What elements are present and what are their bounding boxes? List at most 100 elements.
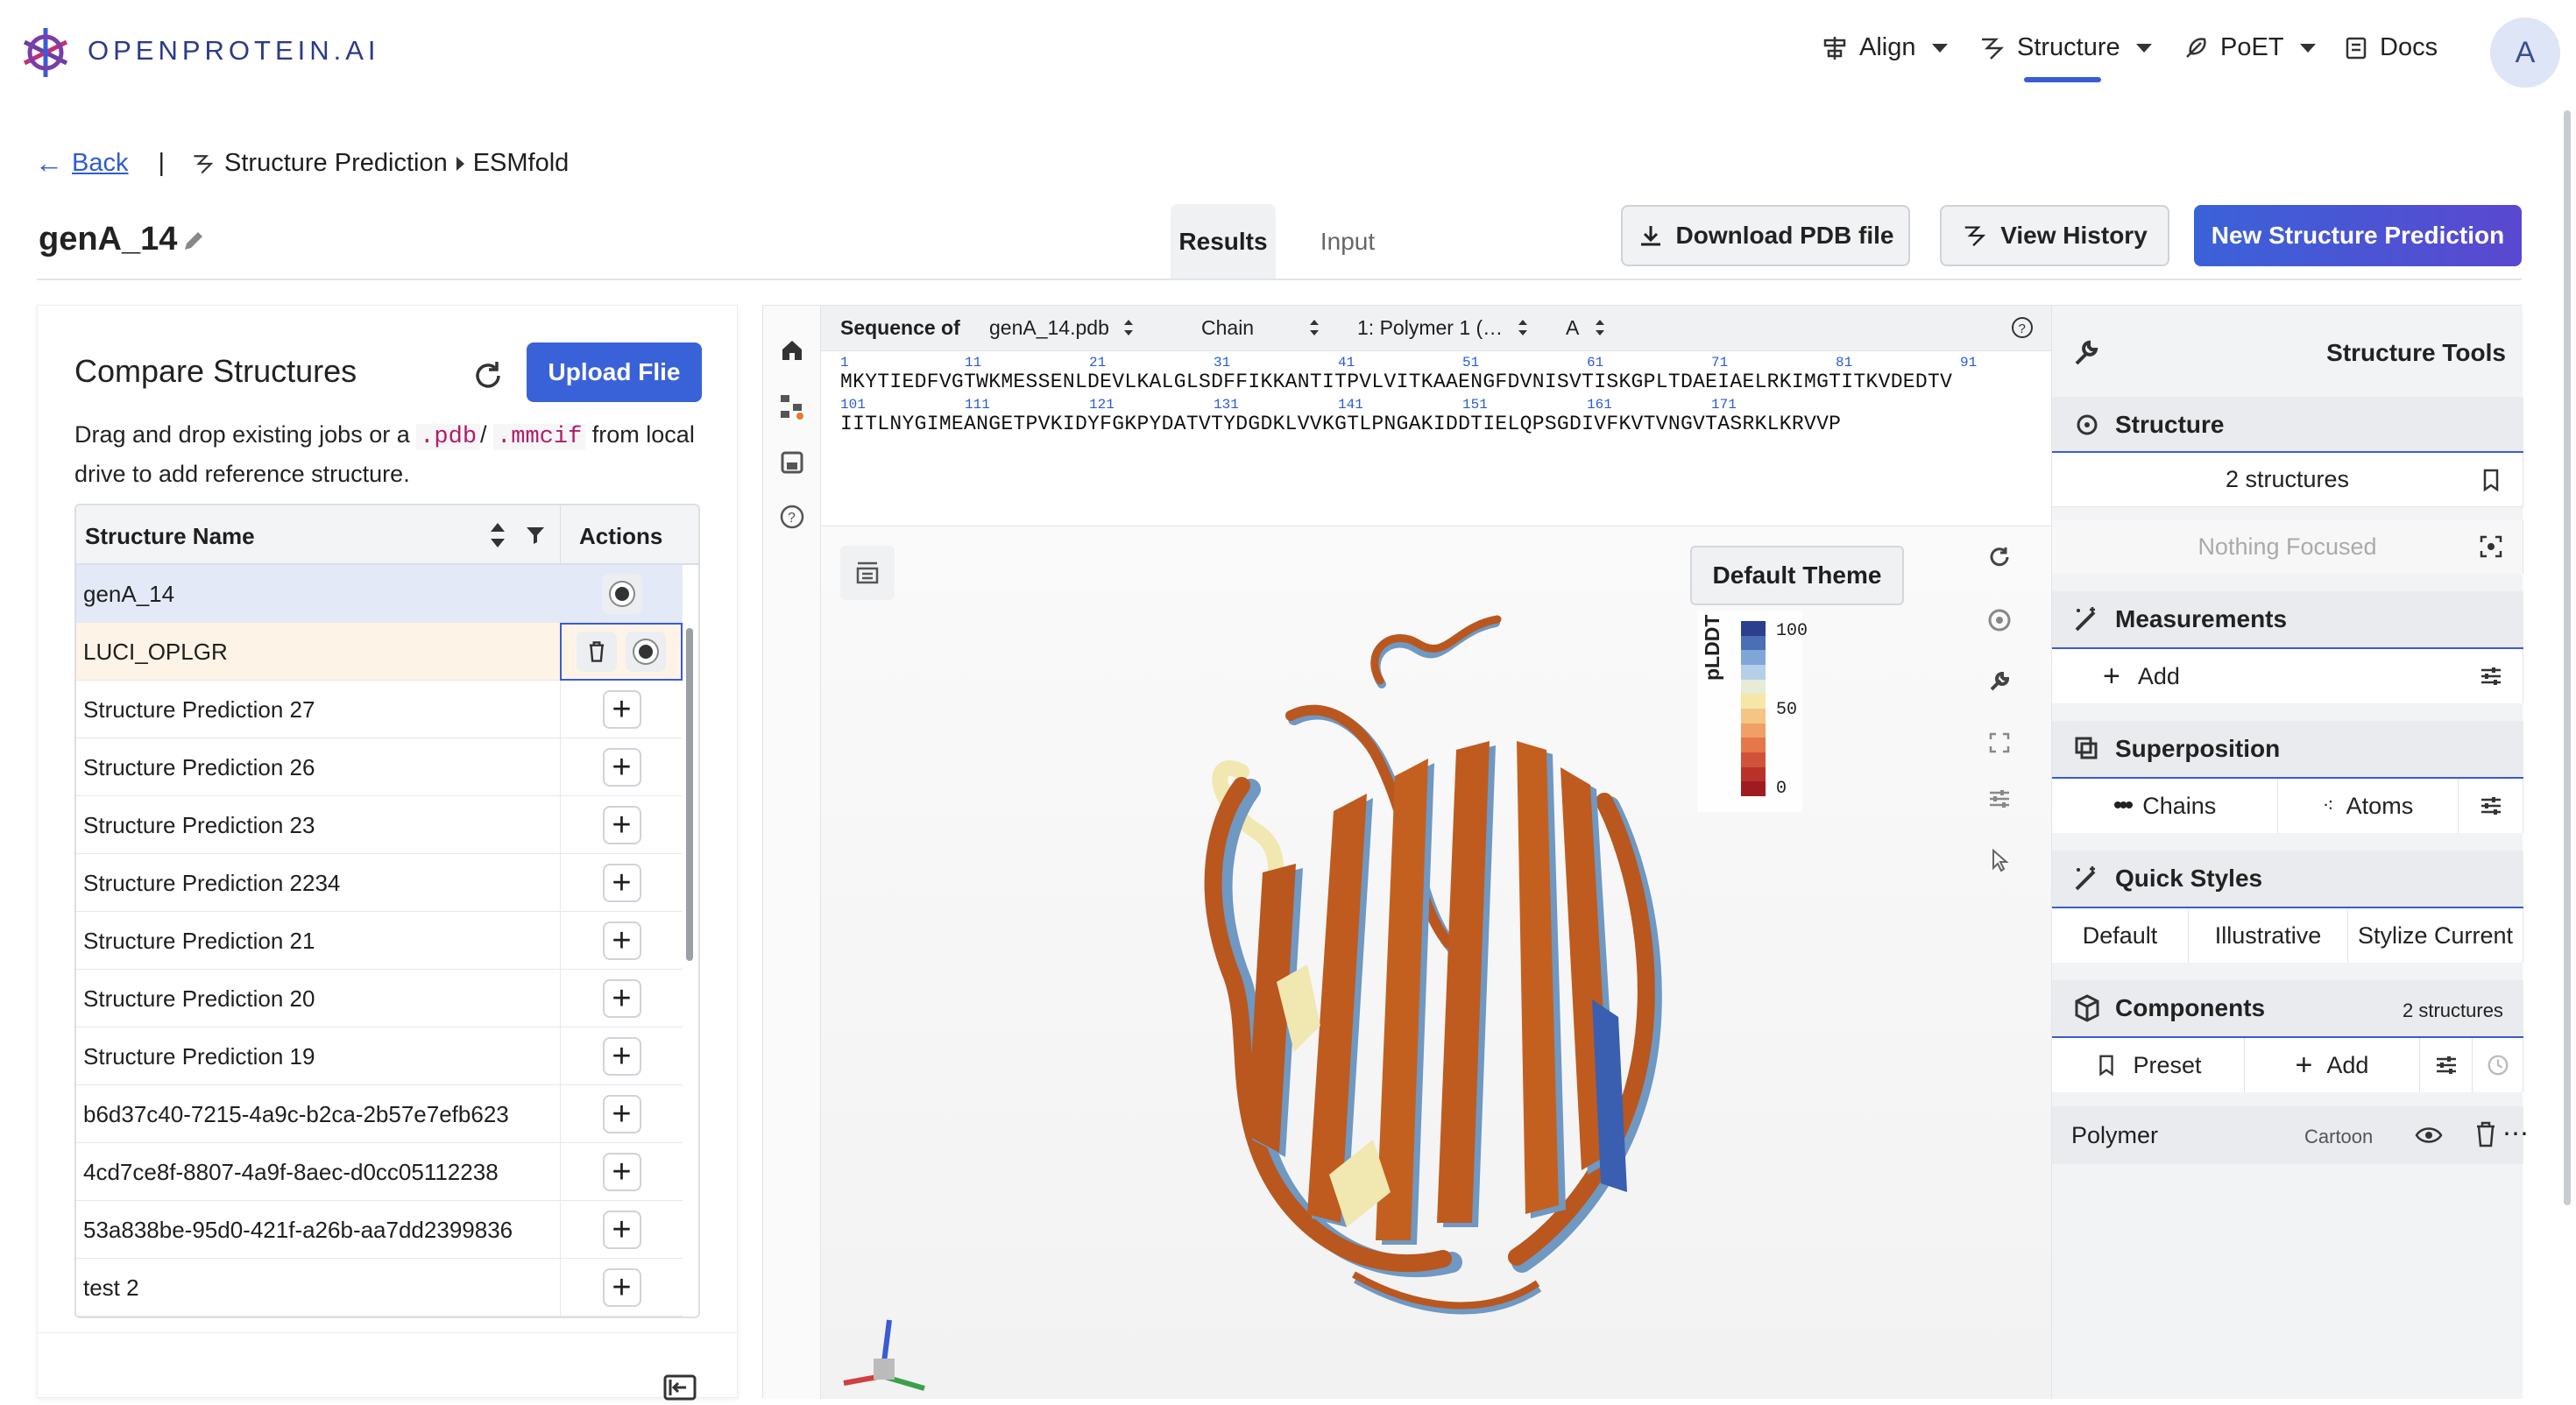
table-row[interactable]: LUCI_OPLGR bbox=[76, 623, 683, 681]
table-row[interactable]: Structure Prediction 19 + bbox=[76, 1027, 683, 1085]
filter-icon[interactable] bbox=[525, 525, 546, 552]
view-eye-icon[interactable] bbox=[601, 574, 642, 614]
cartoon-representation[interactable]: Cartoon bbox=[2304, 1126, 2373, 1148]
structure-section-header[interactable]: Structure bbox=[2052, 397, 2523, 453]
add-structure-plus-icon[interactable]: + bbox=[602, 748, 641, 787]
view-history-button[interactable]: View History bbox=[1940, 205, 2169, 266]
openprotein-logo-icon[interactable] bbox=[18, 25, 74, 81]
new-structure-prediction-button[interactable]: New Structure Prediction bbox=[2194, 205, 2522, 266]
table-row[interactable]: Structure Prediction 2234 + bbox=[76, 854, 683, 912]
history-icon[interactable] bbox=[2473, 1038, 2523, 1092]
chain-id-select[interactable]: A bbox=[1566, 316, 1579, 340]
breadcrumb-page: ESMfold bbox=[472, 149, 570, 177]
nav-docs-link[interactable]: Docs bbox=[2343, 33, 2438, 62]
structures-count-row[interactable]: 2 structures bbox=[2052, 453, 2523, 507]
table-row[interactable]: Structure Prediction 26 + bbox=[76, 738, 683, 796]
atoms-button[interactable]: ⁖ Atoms bbox=[2278, 779, 2459, 833]
sort-icon[interactable] bbox=[488, 521, 507, 555]
refresh-icon[interactable] bbox=[471, 358, 506, 398]
polymer-select[interactable]: 1: Polymer 1 (… bbox=[1357, 316, 1503, 340]
view-eye-icon[interactable] bbox=[626, 632, 666, 672]
preset-button[interactable]: Preset bbox=[2052, 1038, 2245, 1092]
add-structure-plus-icon[interactable]: + bbox=[602, 1211, 641, 1249]
table-scrollbar[interactable] bbox=[686, 628, 693, 961]
tab-input[interactable]: Input bbox=[1295, 204, 1400, 279]
structure-canvas[interactable]: Default Theme pLDDT 100 50 0 bbox=[821, 526, 2051, 1399]
component-options[interactable] bbox=[2420, 1038, 2473, 1092]
hierarchy-icon[interactable] bbox=[779, 393, 805, 424]
collapse-panel-icon[interactable] bbox=[663, 1374, 698, 1405]
sequence-file-select[interactable]: genA_14.pdb bbox=[989, 316, 1109, 340]
back-arrow-icon[interactable]: ← bbox=[35, 147, 63, 180]
quick-styles-section-header[interactable]: Quick Styles bbox=[2052, 851, 2523, 907]
add-structure-plus-icon[interactable]: + bbox=[602, 1268, 641, 1307]
upload-file-button[interactable]: Upload Flie bbox=[527, 342, 702, 402]
style-illustrative-button[interactable]: Illustrative bbox=[2189, 908, 2348, 963]
selection-cursor-icon[interactable] bbox=[1986, 847, 2013, 878]
add-structure-plus-icon[interactable]: + bbox=[602, 690, 641, 729]
eye-icon[interactable] bbox=[2415, 1122, 2443, 1148]
superposition-section-header[interactable]: Superposition bbox=[2052, 721, 2523, 777]
focus-row[interactable]: Nothing Focused bbox=[2052, 519, 2523, 574]
fullscreen-icon[interactable] bbox=[1986, 730, 2013, 760]
download-pdb-button[interactable]: Download PDB file bbox=[1621, 205, 1910, 266]
protein-structure-render[interactable] bbox=[1154, 614, 1697, 1367]
table-row[interactable]: genA_14 bbox=[76, 565, 683, 623]
settings-sliders-icon[interactable] bbox=[1986, 786, 2013, 816]
style-default-button[interactable]: Default bbox=[2052, 908, 2189, 963]
add-structure-plus-icon[interactable]: + bbox=[602, 1037, 641, 1076]
page-scrollbar[interactable] bbox=[2564, 110, 2571, 1205]
superposition-options[interactable] bbox=[2459, 779, 2523, 833]
more-options-icon[interactable]: ⋯ bbox=[2502, 1119, 2529, 1149]
trash-icon[interactable] bbox=[2474, 1120, 2497, 1148]
user-avatar[interactable]: A bbox=[2490, 18, 2560, 88]
brand-name[interactable]: OPENPROTEIN.AI bbox=[88, 35, 380, 67]
home-icon[interactable] bbox=[779, 337, 805, 368]
tab-results[interactable]: Results bbox=[1171, 204, 1276, 279]
help-icon[interactable]: ? bbox=[779, 504, 805, 534]
table-row[interactable]: test 2 + bbox=[76, 1259, 683, 1317]
components-count: 2 structures bbox=[2403, 999, 2503, 1021]
wrench-icon[interactable] bbox=[1986, 668, 2013, 699]
reset-camera-icon[interactable] bbox=[1986, 544, 2013, 575]
bookmark-icon[interactable] bbox=[2478, 467, 2504, 493]
nav-align-menu[interactable]: Align bbox=[1821, 33, 1948, 62]
table-row[interactable]: 53a838be-95d0-421f-a26b-aa7dd2399836 + bbox=[76, 1201, 683, 1259]
stylize-current-button[interactable]: Stylize Current bbox=[2348, 908, 2523, 963]
table-row[interactable]: Structure Prediction 21 + bbox=[76, 912, 683, 970]
sequence-line-1[interactable]: MKYTIEDFVGTWKMESSENLDEVLKALGLSDFFIKKANTI… bbox=[840, 371, 1952, 393]
add-structure-plus-icon[interactable]: + bbox=[602, 864, 641, 902]
add-component-button[interactable]: + Add bbox=[2245, 1038, 2420, 1092]
history-label: View History bbox=[2000, 222, 2148, 249]
sliders-icon[interactable] bbox=[2478, 663, 2504, 689]
back-link[interactable]: Back bbox=[72, 149, 128, 178]
table-row[interactable]: Structure Prediction 27 + bbox=[76, 681, 683, 738]
add-structure-plus-icon[interactable]: + bbox=[602, 1095, 641, 1133]
add-structure-plus-icon[interactable]: + bbox=[602, 921, 641, 960]
toggle-sequence-icon[interactable] bbox=[840, 546, 895, 600]
add-structure-plus-icon[interactable]: + bbox=[602, 979, 641, 1018]
polymer-component-row[interactable]: Polymer Cartoon ⋯ bbox=[2052, 1106, 2529, 1164]
breadcrumb-section[interactable]: Structure Prediction bbox=[224, 149, 448, 178]
table-row[interactable]: Structure Prediction 20 + bbox=[76, 970, 683, 1027]
add-measurement-button[interactable]: + Add bbox=[2052, 649, 2523, 703]
add-structure-plus-icon[interactable]: + bbox=[602, 1153, 641, 1191]
sequence-help-icon[interactable]: ? bbox=[2011, 316, 2034, 344]
legend-color-step bbox=[1741, 781, 1766, 797]
chains-button[interactable]: ••• Chains bbox=[2052, 779, 2278, 833]
screenshot-icon[interactable] bbox=[1986, 607, 2013, 638]
row-actions: + bbox=[560, 796, 683, 854]
table-row[interactable]: 4cd7ce8f-8807-4a9f-8aec-d0cc05112238 + bbox=[76, 1143, 683, 1201]
table-row[interactable]: Structure Prediction 23 + bbox=[76, 796, 683, 854]
trash-icon[interactable] bbox=[577, 632, 617, 672]
table-row[interactable]: b6d37c40-7215-4a9c-b2ca-2b57e7efb623 + bbox=[76, 1085, 683, 1143]
focus-target-icon[interactable] bbox=[2478, 533, 2504, 560]
sequence-line-2[interactable]: IITLNYGIMEANGETPVKIDYFGKPYDATVTYDGDKLVVK… bbox=[840, 413, 1841, 435]
save-icon[interactable] bbox=[779, 449, 805, 480]
chain-select[interactable]: Chain bbox=[1201, 316, 1254, 340]
nav-structure-menu[interactable]: Structure bbox=[1978, 33, 2152, 62]
nav-poet-menu[interactable]: PoET bbox=[2182, 33, 2316, 62]
measurements-section-header[interactable]: Measurements bbox=[2052, 591, 2523, 647]
add-structure-plus-icon[interactable]: + bbox=[602, 806, 641, 844]
edit-pencil-icon[interactable] bbox=[180, 228, 207, 258]
